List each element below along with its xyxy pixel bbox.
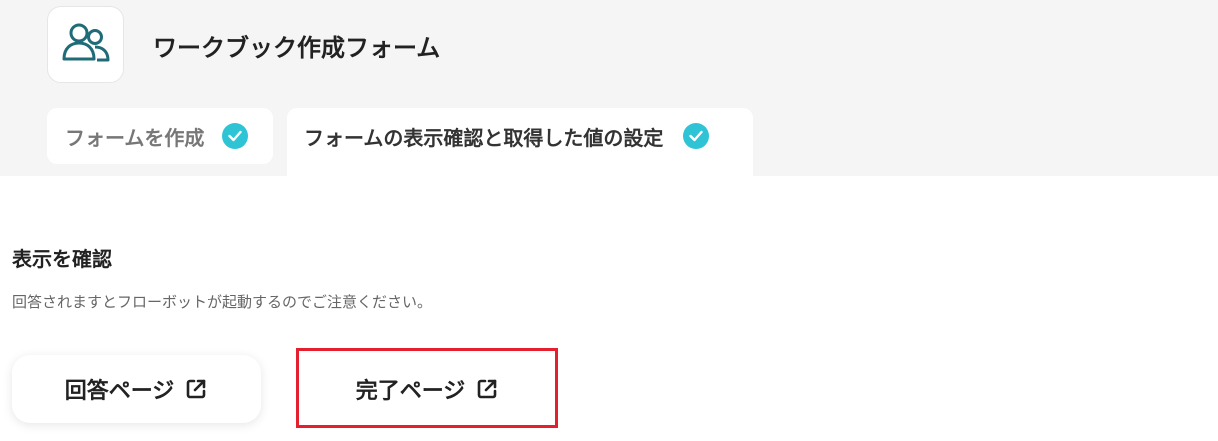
external-link-icon [184,377,208,401]
tab-label: フォームの表示確認と取得した値の設定 [304,125,664,150]
app-title: ワークブック作成フォーム [153,34,441,62]
tab-form-preview-settings[interactable]: フォームの表示確認と取得した値の設定 [287,108,753,176]
section-title: 表示を確認 [12,247,112,271]
check-circle-icon [222,123,249,149]
answer-page-label: 回答ページ [64,379,175,404]
complete-page-button[interactable]: 完了ページ [303,355,552,423]
users-icon [61,21,111,69]
tab-label: フォームを作成 [65,125,205,150]
answer-page-button[interactable]: 回答ページ [12,355,261,423]
check-circle-icon [683,123,710,149]
section-note: 回答されますとフローボットが起動するのでご注意ください。 [12,293,433,311]
external-link-icon [475,377,499,401]
complete-page-label: 完了ページ [355,379,466,404]
app-icon-tile [47,6,124,83]
tab-create-form[interactable]: フォームを作成 [47,108,273,164]
